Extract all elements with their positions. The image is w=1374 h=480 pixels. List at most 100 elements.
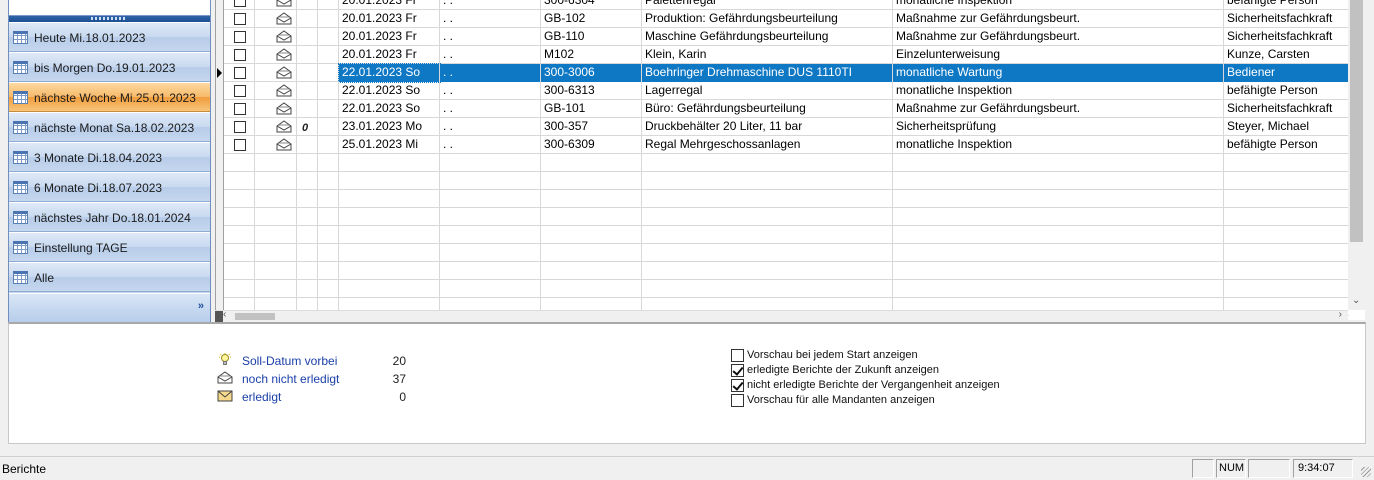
done-checkbox[interactable] xyxy=(234,103,246,115)
table-row[interactable]: 25.01.2023 Mi. . 300-6309 Regal Mehrgescho… xyxy=(216,136,1349,154)
paperclip-icon[interactable]: 0 xyxy=(302,120,308,136)
row-indicator[interactable] xyxy=(216,136,224,154)
extra-cell xyxy=(318,208,339,226)
cell-task xyxy=(893,190,1224,208)
calendar-icon xyxy=(13,211,28,224)
row-indicator[interactable] xyxy=(216,280,224,298)
legend-label[interactable]: Soll-Datum vorbei xyxy=(242,354,337,368)
table-row[interactable]: 20.01.2023 Fr. . GB-110 Maschine Gefährdun… xyxy=(216,28,1349,46)
row-indicator[interactable] xyxy=(216,190,224,208)
cell-name: Regal Mehrgeschossanlagen xyxy=(642,136,893,154)
nav-item-8[interactable]: Alle xyxy=(9,262,210,292)
status-cell xyxy=(255,82,297,100)
cell-who: befähigte Person xyxy=(1227,83,1318,97)
row-indicator[interactable] xyxy=(216,0,224,10)
nav-item-5[interactable]: 6 Monate Di.18.07.2023 xyxy=(9,172,210,202)
nav-item-label: nächstes Jahr Do.18.01.2024 xyxy=(34,211,191,225)
open-envelope-icon xyxy=(276,66,292,79)
nav-item-2[interactable]: nächste Woche Mi.25.01.2023 xyxy=(9,82,210,112)
row-indicator[interactable] xyxy=(216,118,224,136)
row-indicator[interactable] xyxy=(216,226,224,244)
option-checkbox[interactable] xyxy=(731,364,744,377)
row-indicator[interactable] xyxy=(216,100,224,118)
row-indicator[interactable] xyxy=(216,154,224,172)
done-cell xyxy=(224,0,255,10)
row-indicator[interactable] xyxy=(216,262,224,280)
nav-item-6[interactable]: nächstes Jahr Do.18.01.2024 xyxy=(9,202,210,232)
done-checkbox[interactable] xyxy=(234,0,246,7)
done-checkbox[interactable] xyxy=(234,49,246,61)
empty-table-row xyxy=(216,190,1349,208)
scroll-right-arrow-icon[interactable]: › xyxy=(1339,309,1342,320)
table-row[interactable]: 0 23.01.2023 Mo. . 300-357 Druckbehälter 20… xyxy=(216,118,1349,136)
vertical-scroll-thumb[interactable] xyxy=(1350,0,1363,242)
extra-cell xyxy=(318,64,339,82)
status-cell xyxy=(255,208,297,226)
done-checkbox[interactable] xyxy=(234,13,246,25)
option-checkbox[interactable] xyxy=(731,379,744,392)
cell-id: GB-110 xyxy=(541,28,642,46)
legend-label[interactable]: noch nicht erledigt xyxy=(242,372,339,386)
cell-date xyxy=(339,262,440,280)
done-checkbox[interactable] xyxy=(234,85,246,97)
row-indicator[interactable] xyxy=(216,46,224,64)
row-indicator[interactable] xyxy=(216,208,224,226)
status-cell xyxy=(255,262,297,280)
more-buttons-chevron-icon[interactable]: » xyxy=(198,300,204,312)
status-pane-empty-2 xyxy=(1248,459,1290,478)
status-cell xyxy=(255,280,297,298)
nav-item-label: Heute Mi.18.01.2023 xyxy=(34,31,146,45)
row-indicator[interactable] xyxy=(216,244,224,262)
attachment-cell xyxy=(297,280,318,298)
cell-name xyxy=(642,208,893,226)
table-row[interactable]: 22.01.2023 So. . 300-6313 Lagerregal monatl… xyxy=(216,82,1349,100)
resize-grip-icon[interactable] xyxy=(1361,467,1371,477)
nav-item-label: 6 Monate Di.18.07.2023 xyxy=(34,181,163,195)
option-checkbox[interactable] xyxy=(731,394,744,407)
calendar-icon xyxy=(13,61,28,74)
nav-item-0[interactable]: Heute Mi.18.01.2023 xyxy=(9,22,210,52)
nav-item-3[interactable]: nächste Monat Sa.18.02.2023 xyxy=(9,112,210,142)
extra-cell xyxy=(318,136,339,154)
extra-cell xyxy=(318,154,339,172)
horizontal-scrollbar[interactable]: ‹ › xyxy=(215,309,1348,322)
cell-id: 300-6313 xyxy=(541,82,642,100)
scroll-down-arrow-icon[interactable]: ⌄ xyxy=(1352,295,1360,306)
nav-item-4[interactable]: 3 Monate Di.18.04.2023 xyxy=(9,142,210,172)
row-indicator[interactable] xyxy=(216,82,224,100)
legend-label[interactable]: erledigt xyxy=(242,390,281,404)
cell-date: 20.01.2023 Fr xyxy=(339,28,440,46)
table-row[interactable]: 20.01.2023 Fr. . GB-102 Produktion: Gefähr… xyxy=(216,10,1349,28)
cell-task xyxy=(893,244,1224,262)
nav-item-7[interactable]: Einstellung TAGE xyxy=(9,232,210,262)
current-row-pointer-icon xyxy=(217,68,222,78)
cell-date: 20.01.2023 Fr xyxy=(339,0,440,10)
done-checkbox[interactable] xyxy=(234,31,246,43)
cell-name xyxy=(642,172,893,190)
table-row[interactable]: 22.01.2023 So. . GB-101 Büro: Gefährdungsb… xyxy=(216,100,1349,118)
status-cell xyxy=(255,10,297,28)
cell-date: 23.01.2023 Mo xyxy=(339,118,440,136)
cell-who: Steyer, Michael xyxy=(1227,119,1310,133)
done-checkbox[interactable] xyxy=(234,121,246,133)
nav-item-1[interactable]: bis Morgen Do.19.01.2023 xyxy=(9,52,210,82)
option-checkbox[interactable] xyxy=(731,349,744,362)
done-checkbox[interactable] xyxy=(234,67,246,79)
extra-cell xyxy=(318,118,339,136)
row-indicator[interactable] xyxy=(216,172,224,190)
row-indicator[interactable] xyxy=(216,10,224,28)
table-row[interactable]: 22.01.2023 So. . 300-3006 Boehringer Drehm… xyxy=(216,63,1349,83)
vertical-scrollbar[interactable]: ⌄ xyxy=(1348,0,1365,310)
scroll-left-arrow-icon[interactable]: ‹ xyxy=(223,309,226,320)
row-indicator[interactable] xyxy=(216,28,224,46)
status-cell xyxy=(255,136,297,154)
cell-task xyxy=(893,154,1224,172)
nav-footer: » xyxy=(9,293,210,324)
done-checkbox[interactable] xyxy=(234,139,246,151)
done-cell xyxy=(224,262,255,280)
horizontal-scroll-thumb[interactable] xyxy=(235,313,275,320)
table-row[interactable]: 20.01.2023 Fr. . M102 Klein, Karin Einzelun… xyxy=(216,46,1349,64)
row-indicator[interactable] xyxy=(216,64,224,82)
extra-cell xyxy=(318,226,339,244)
table-row[interactable]: 20.01.2023 Fr. . 300-6304 Palettenregal mon… xyxy=(216,0,1349,10)
